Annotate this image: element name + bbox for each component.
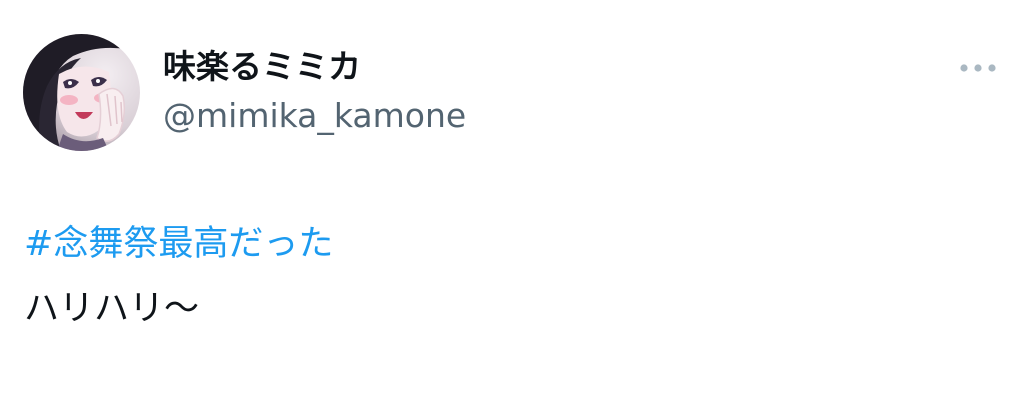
more-horizontal-icon bbox=[960, 64, 996, 72]
avatar[interactable] bbox=[23, 34, 140, 151]
more-options-button[interactable] bbox=[950, 50, 1006, 86]
user-handle[interactable]: @mimika_kamone bbox=[163, 92, 466, 140]
tweet-card: 味楽るミミカ @mimika_kamone #念舞祭最高だった ハリハリ〜 bbox=[0, 0, 1024, 407]
hashtag-link[interactable]: #念舞祭最高だった bbox=[24, 218, 333, 270]
tweet-text: ハリハリ〜 bbox=[24, 289, 200, 329]
display-name[interactable]: 味楽るミミカ bbox=[163, 43, 361, 91]
avatar-icon bbox=[23, 34, 140, 151]
